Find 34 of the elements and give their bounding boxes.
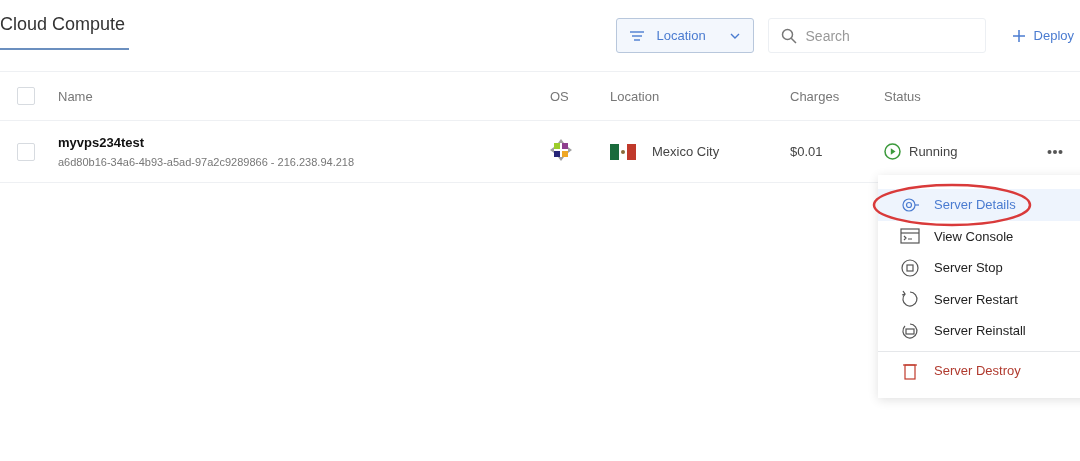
chevron-icon <box>729 32 740 39</box>
column-header: Name <box>58 88 94 104</box>
terminal-icon <box>900 226 920 247</box>
column-header: Location <box>610 88 661 104</box>
more-icon[interactable] <box>1047 148 1063 155</box>
stop-icon <box>900 257 920 278</box>
column-header: Status <box>884 88 922 104</box>
charges-text: $0.01 <box>790 144 824 159</box>
menu-item[interactable]: View Console <box>878 220 1080 252</box>
menu-item[interactable]: Server Destroy <box>878 351 1080 390</box>
os-logo-icon <box>550 138 572 161</box>
play-icon <box>884 143 901 160</box>
reinstall-icon <box>900 320 920 341</box>
filter-icon <box>628 30 645 41</box>
search-icon <box>781 28 797 44</box>
menu-item[interactable]: Server Reinstall <box>878 315 1080 347</box>
restart-icon <box>900 289 920 310</box>
deploy-button[interactable]: Deploy <box>1011 28 1074 43</box>
plus-icon <box>1011 28 1026 43</box>
server-id: a6d80b16-34a6-4b93-a5ad-97a2c9289866 - 216.238.94.218 <box>58 156 356 168</box>
menu-item[interactable]: Server Restart <box>878 283 1080 315</box>
server-name[interactable]: myvps234test <box>58 135 550 150</box>
row-checkbox[interactable] <box>17 142 35 161</box>
status-text: Running <box>909 144 958 159</box>
flag-icon <box>610 143 636 160</box>
search-field[interactable]: Search <box>767 18 986 53</box>
column-header: Charges <box>790 88 841 104</box>
location-text: Mexico City <box>652 144 720 159</box>
menu-item[interactable]: Server Details <box>878 189 1080 221</box>
page-tab[interactable]: Cloud Compute <box>0 14 130 50</box>
column-header: OS <box>550 88 570 104</box>
location-filter[interactable]: Location <box>615 18 754 53</box>
select-all-checkbox[interactable] <box>17 87 35 105</box>
menu-item[interactable]: Server Stop <box>878 252 1080 284</box>
